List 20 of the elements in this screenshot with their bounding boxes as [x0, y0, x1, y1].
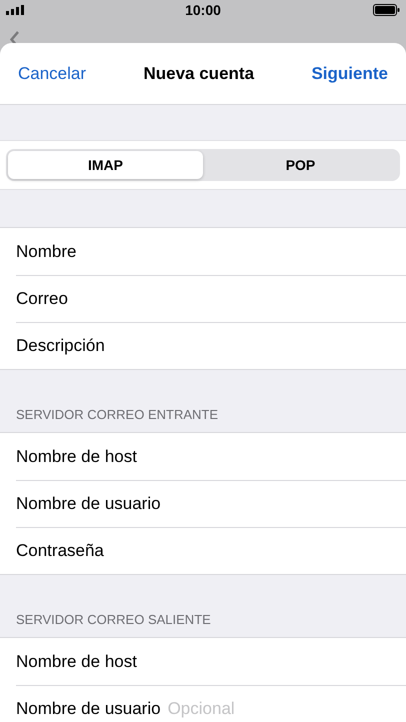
field-label: Nombre de host	[16, 446, 137, 468]
segment-tab[interactable]: IMAP	[8, 151, 203, 179]
back-chevron-icon[interactable]	[10, 31, 20, 43]
cancel-button[interactable]: Cancelar	[18, 60, 86, 86]
section-header: SERVIDOR CORREO ENTRANTE	[16, 406, 218, 424]
field-label: Correo	[16, 288, 68, 310]
field-label: Descripción	[16, 335, 105, 358]
next-button[interactable]: Siguiente	[311, 60, 388, 86]
segment-tab[interactable]: POP	[203, 151, 398, 179]
section-header: SERVIDOR CORREO SALIENTE	[16, 610, 211, 628]
status-time: 10:00	[185, 0, 221, 20]
field-label: Contraseña	[16, 540, 104, 562]
sheet-title: Nueva cuenta	[143, 62, 254, 85]
battery-icon	[373, 4, 400, 16]
field-label: Nombre de host	[16, 650, 137, 673]
input-field[interactable]: Opcional	[168, 694, 406, 722]
field-label: Nombre de usuario	[16, 698, 161, 720]
signal-icon	[6, 5, 24, 15]
field-label: Nombre de usuario	[16, 493, 161, 516]
field-label: Nombre	[16, 240, 76, 263]
